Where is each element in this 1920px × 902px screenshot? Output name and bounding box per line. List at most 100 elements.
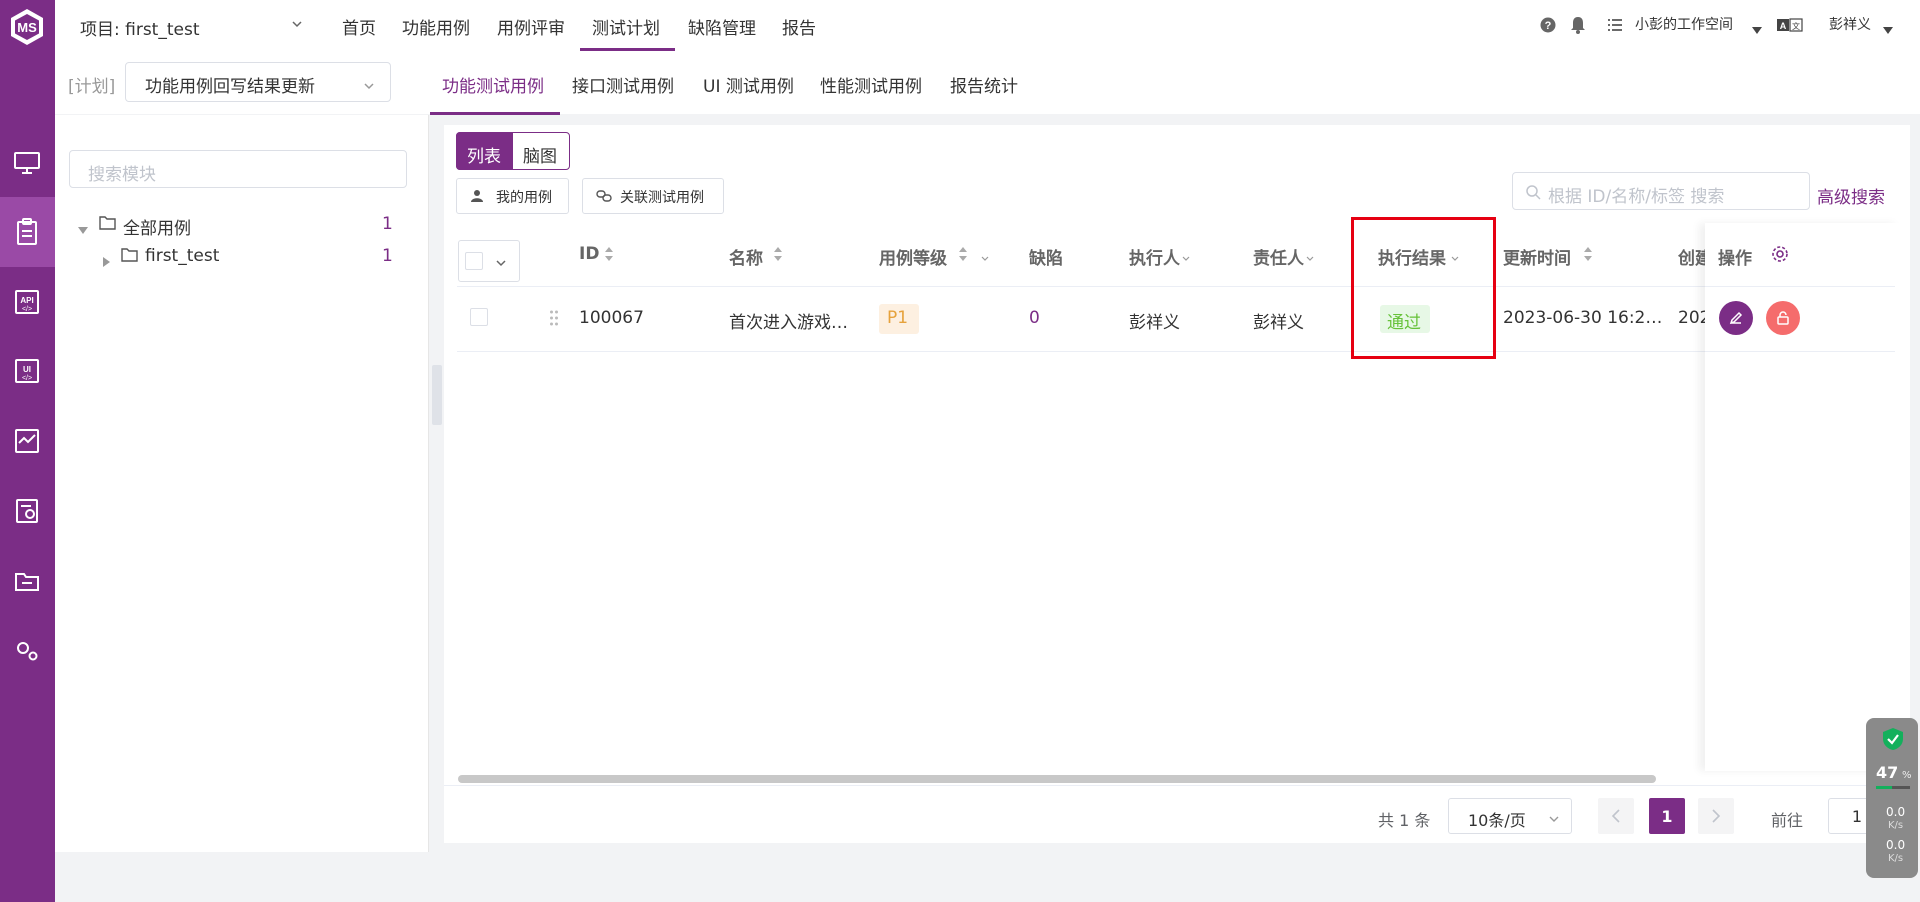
- top-nav-home[interactable]: 首页: [342, 14, 376, 39]
- advanced-search-link[interactable]: 高级搜索: [1817, 183, 1885, 208]
- tab-performance-cases[interactable]: 性能测试用例: [820, 72, 922, 97]
- settings-gears-icon[interactable]: [12, 636, 42, 666]
- cell-owner: 彭祥义: [1253, 313, 1304, 333]
- sort-icon[interactable]: [773, 245, 783, 267]
- folder-icon[interactable]: [12, 566, 42, 596]
- caret-down-icon[interactable]: [1752, 20, 1762, 39]
- top-nav-report[interactable]: 报告: [782, 14, 816, 39]
- result-column-highlight: [1351, 217, 1496, 359]
- shield-check-icon: [1882, 727, 1904, 755]
- tree-node-first-test[interactable]: first_test: [145, 246, 219, 266]
- page-size-value: 10条/页: [1468, 811, 1526, 830]
- folder-icon: [99, 215, 116, 234]
- panel-collapse-handle[interactable]: [432, 365, 442, 425]
- widget-bar-fill: [1876, 786, 1892, 789]
- svg-text:?: ?: [1545, 20, 1552, 32]
- caret-down-icon[interactable]: [78, 220, 88, 239]
- edit-button[interactable]: [1719, 301, 1753, 335]
- sort-icon[interactable]: [958, 245, 968, 267]
- test-plan-icon[interactable]: [12, 217, 42, 247]
- tab-functional-cases[interactable]: 功能测试用例: [442, 72, 544, 97]
- header-divider: [1705, 286, 1895, 287]
- column-settings-gear-icon[interactable]: [1771, 245, 1789, 267]
- chevron-down-icon[interactable]: [290, 16, 304, 30]
- monitor-icon[interactable]: [12, 148, 42, 178]
- workspace-selector[interactable]: 小彭的工作空间: [1635, 14, 1733, 34]
- app-logo-icon[interactable]: MS: [7, 7, 47, 47]
- link-cases-label: 关联测试用例: [620, 190, 704, 206]
- tree-node-all-cases[interactable]: 全部用例: [123, 214, 191, 239]
- my-cases-label: 我的用例: [496, 190, 552, 206]
- row-checkbox[interactable]: [470, 308, 488, 326]
- svg-text:文: 文: [1792, 21, 1800, 31]
- view-list-button[interactable]: 列表: [467, 142, 501, 167]
- sort-icon[interactable]: [1583, 245, 1593, 267]
- svg-text:</>: </>: [22, 306, 32, 313]
- top-nav-defects[interactable]: 缺陷管理: [688, 14, 756, 39]
- search-icon: [1525, 184, 1541, 204]
- column-header-name[interactable]: 名称: [729, 244, 763, 269]
- unlock-icon: [1777, 311, 1789, 325]
- notification-bell-icon[interactable]: [1570, 16, 1586, 38]
- widget-download-speed: 0.0: [1886, 838, 1906, 852]
- caret-right-icon[interactable]: [103, 252, 111, 271]
- plan-selector-value: 功能用例回写结果更新: [145, 77, 315, 97]
- project-selector[interactable]: 项目: first_test: [80, 15, 200, 40]
- column-header-executor[interactable]: 执行人: [1129, 244, 1180, 269]
- row-divider: [1705, 351, 1895, 352]
- tab-report-stats[interactable]: 报告统计: [950, 72, 1018, 97]
- prev-page-button[interactable]: [1598, 798, 1634, 834]
- ui-test-icon[interactable]: UI </>: [12, 356, 42, 386]
- drag-handle-icon[interactable]: [549, 309, 559, 331]
- svg-text:API: API: [20, 296, 33, 305]
- next-page-button[interactable]: [1698, 798, 1734, 834]
- workspace-list-icon[interactable]: [1607, 17, 1623, 37]
- link-icon: [596, 188, 612, 207]
- chevron-down-icon[interactable]: [494, 255, 508, 274]
- chevron-right-icon: [1712, 809, 1721, 823]
- svg-text:</>: </>: [22, 375, 32, 382]
- top-nav-functional-cases[interactable]: 功能用例: [402, 14, 470, 39]
- header-divider: [457, 286, 1895, 287]
- top-nav-active-indicator: [580, 48, 675, 51]
- report-icon[interactable]: [12, 496, 42, 526]
- api-icon[interactable]: API </>: [12, 287, 42, 317]
- filter-chevron-icon[interactable]: [1305, 249, 1315, 268]
- column-header-id[interactable]: ID: [579, 244, 599, 264]
- column-header-owner[interactable]: 责任人: [1253, 244, 1304, 269]
- cell-name[interactable]: 首次进入游戏…: [729, 308, 848, 333]
- column-header-updated[interactable]: 更新时间: [1503, 244, 1571, 269]
- widget-upload-unit: K/s: [1888, 820, 1904, 831]
- tree-node-count: 1: [382, 214, 393, 234]
- case-search-placeholder: 根据 ID/名称/标签 搜索: [1548, 187, 1725, 207]
- chevron-left-icon: [1611, 809, 1620, 823]
- svg-text:UI: UI: [23, 365, 31, 374]
- column-header-defects[interactable]: 缺陷: [1029, 244, 1063, 269]
- row-divider: [457, 351, 1895, 352]
- filter-chevron-icon[interactable]: [1181, 249, 1191, 268]
- tab-api-cases[interactable]: 接口测试用例: [572, 72, 674, 97]
- table-horizontal-scrollbar[interactable]: [458, 775, 1656, 783]
- tab-active-indicator: [430, 112, 560, 115]
- page-number-current[interactable]: 1: [1649, 798, 1685, 834]
- top-nav-case-review[interactable]: 用例评审: [497, 14, 565, 39]
- tab-ui-cases[interactable]: UI 测试用例: [703, 72, 794, 97]
- caret-down-icon[interactable]: [1883, 20, 1893, 39]
- select-all-checkbox[interactable]: [465, 252, 483, 270]
- unlink-button[interactable]: [1766, 301, 1800, 335]
- user-menu[interactable]: 彭祥义: [1829, 14, 1871, 34]
- performance-icon[interactable]: [12, 426, 42, 456]
- top-nav-test-plan[interactable]: 测试计划: [592, 14, 660, 39]
- view-mindmap-button[interactable]: 脑图: [523, 142, 557, 167]
- case-list-card: [444, 125, 1910, 843]
- column-header-level[interactable]: 用例等级: [879, 244, 947, 269]
- edit-pencil-icon: [1729, 311, 1743, 325]
- cell-level: P1: [887, 308, 909, 328]
- chevron-down-icon: [362, 78, 376, 97]
- filter-chevron-icon[interactable]: [980, 249, 990, 268]
- cell-defects[interactable]: 0: [1029, 308, 1040, 328]
- language-switch-icon[interactable]: A文: [1777, 17, 1803, 37]
- help-icon[interactable]: ?: [1540, 17, 1556, 37]
- svg-text:MS: MS: [17, 20, 37, 35]
- sort-icon[interactable]: [604, 245, 614, 267]
